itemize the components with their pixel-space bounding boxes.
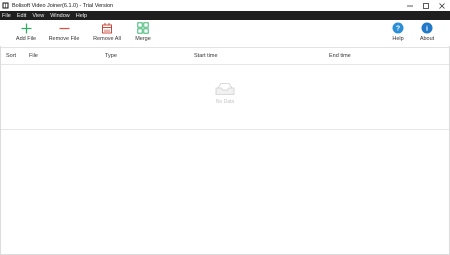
info-icon: i [421,22,433,34]
minimize-icon[interactable] [402,0,418,11]
menu-item-help[interactable]: Help [76,13,87,19]
lower-panel [0,130,450,255]
maximize-icon[interactable] [418,0,434,11]
plus-icon [20,22,32,34]
svg-text:i: i [426,25,428,33]
column-header-end-time[interactable]: End time [329,53,351,59]
about-label: About [419,36,435,42]
close-icon[interactable] [434,0,450,11]
minus-icon [58,22,70,34]
question-icon: ? [392,22,404,34]
remove-all-label: Remove All [93,36,121,42]
remove-all-icon [101,22,113,34]
merge-icon [137,22,149,34]
remove-file-label: Remove File [48,36,80,42]
file-table: Sort File Type Start time End time No Da… [1,47,449,129]
remove-file-button[interactable]: Remove File [44,22,84,44]
column-header-sort[interactable]: Sort [6,53,16,59]
merge-label: Merge [135,36,151,42]
title-bar: Bolisoft Video Joiner(6.1.0) - Trial Ver… [0,0,450,11]
help-label: Help [392,36,404,42]
merge-button[interactable]: Merge [123,22,163,44]
column-header-type[interactable]: Type [105,53,117,59]
add-file-button[interactable]: Add File [6,22,46,44]
add-file-label: Add File [15,36,37,42]
menu-item-window[interactable]: Window [50,13,70,19]
menu-bar: File Edit View Window Help [0,11,450,20]
app-logo-icon [2,2,9,9]
window-title: Bolisoft Video Joiner(6.1.0) - Trial Ver… [12,2,114,9]
empty-inbox-icon [214,82,236,98]
remove-all-button[interactable]: Remove All [87,22,127,44]
menu-item-edit[interactable]: Edit [17,13,26,19]
column-header-start-time[interactable]: Start time [194,53,218,59]
frame-border-left [0,46,1,255]
menu-item-file[interactable]: File [2,13,11,19]
svg-text:?: ? [396,25,400,32]
column-header-file[interactable]: File [29,53,38,59]
table-header: Sort File Type Start time End time [1,48,449,65]
about-button[interactable]: i About [407,22,447,44]
empty-state: No Data [1,82,449,105]
toolbar: Add File Remove File Remove All Merge ? … [0,20,450,46]
menu-item-view[interactable]: View [32,13,44,19]
window-controls [402,0,450,11]
empty-state-label: No Data [215,99,235,105]
